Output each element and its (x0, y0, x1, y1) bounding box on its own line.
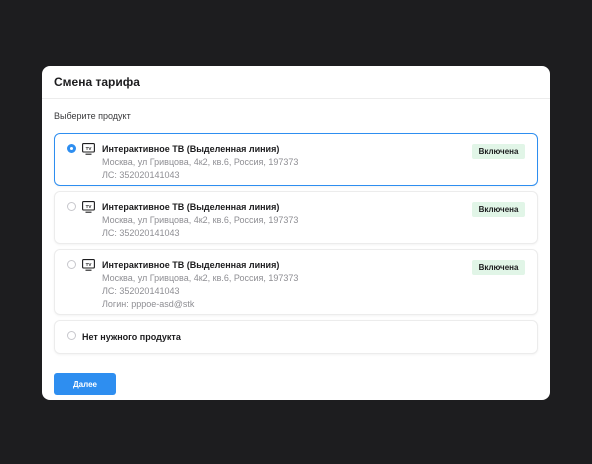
product-option-1[interactable]: TV Интерактивное ТВ (Выделенная линия) М… (54, 133, 538, 186)
product-account: ЛС: 352020141043 (102, 228, 180, 238)
product-login: Логин: pppoe-asd@stk (102, 299, 195, 309)
product-option-3[interactable]: TV Интерактивное ТВ (Выделенная линия) М… (54, 249, 538, 315)
svg-text:TV: TV (86, 146, 93, 151)
status-badge: Включена (472, 144, 525, 159)
radio-button[interactable] (67, 260, 76, 269)
product-title: Интерактивное ТВ (Выделенная линия) (102, 144, 280, 154)
modal-title: Смена тарифа (54, 75, 140, 89)
change-tariff-modal: Смена тарифа Выберите продукт TV Интерак… (42, 66, 550, 400)
product-address: Москва, ул Гривцова, 4к2, кв.6, Россия, … (102, 157, 299, 167)
radio-button[interactable] (67, 202, 76, 211)
no-product-label: Нет нужного продукта (82, 332, 181, 342)
no-product-option[interactable]: Нет нужного продукта (54, 320, 538, 354)
product-address: Москва, ул Гривцова, 4к2, кв.6, Россия, … (102, 215, 299, 225)
product-account: ЛС: 352020141043 (102, 286, 180, 296)
product-title: Интерактивное ТВ (Выделенная линия) (102, 202, 280, 212)
product-address: Москва, ул Гривцова, 4к2, кв.6, Россия, … (102, 273, 299, 283)
status-badge: Включена (472, 202, 525, 217)
svg-text:TV: TV (86, 262, 93, 267)
tv-icon: TV (82, 201, 95, 213)
tv-icon: TV (82, 259, 95, 271)
next-button[interactable]: Далее (54, 373, 116, 395)
product-account: ЛС: 352020141043 (102, 170, 180, 180)
radio-button[interactable] (67, 144, 76, 153)
product-title: Интерактивное ТВ (Выделенная линия) (102, 260, 280, 270)
modal-header: Смена тарифа (42, 66, 550, 99)
status-badge: Включена (472, 260, 525, 275)
radio-button[interactable] (67, 331, 76, 340)
product-option-2[interactable]: TV Интерактивное ТВ (Выделенная линия) М… (54, 191, 538, 244)
tv-icon: TV (82, 143, 95, 155)
svg-text:TV: TV (86, 204, 93, 209)
choose-product-label: Выберите продукт (54, 111, 131, 121)
